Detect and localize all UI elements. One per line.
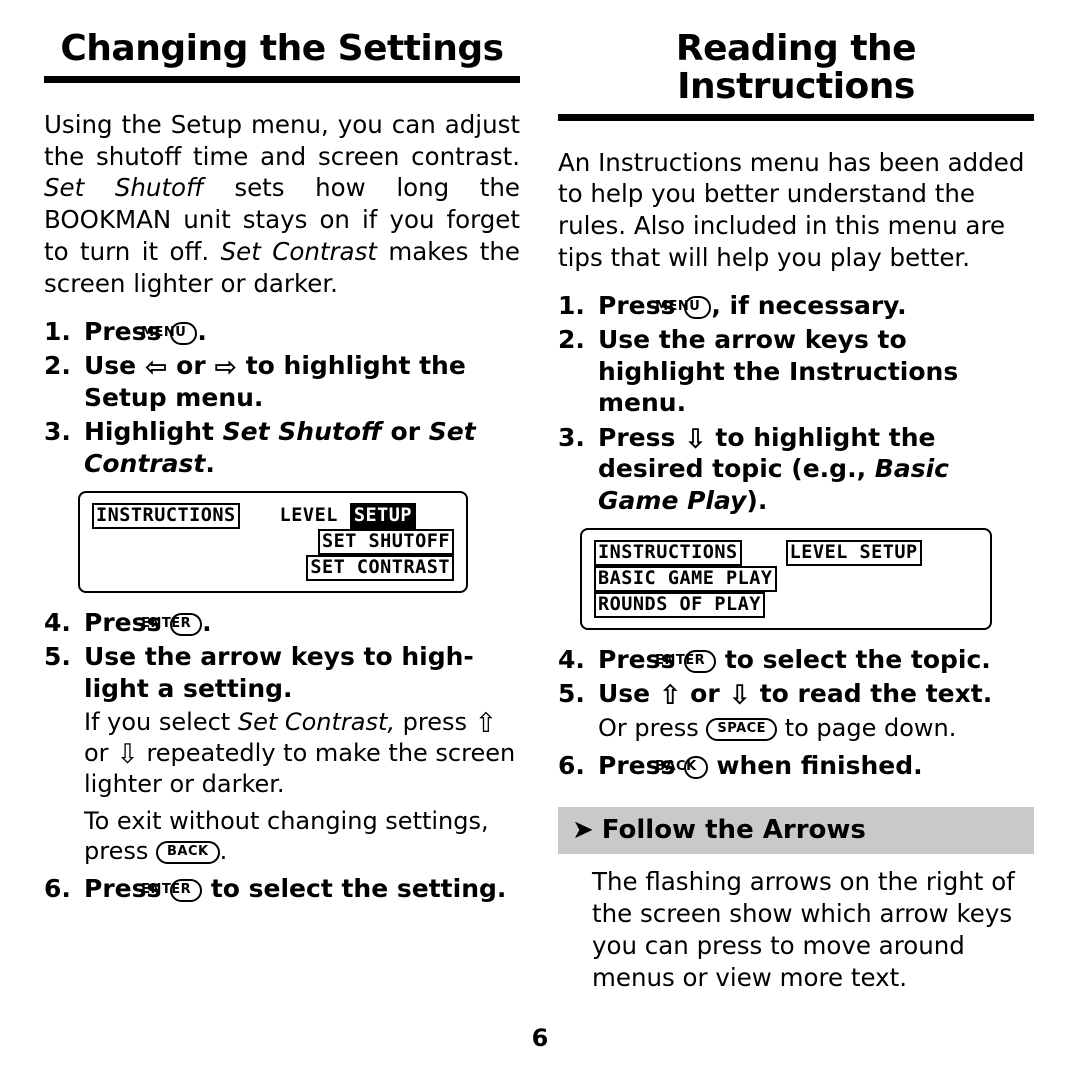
- left-substep-exit: To exit without changing settings, press…: [84, 806, 489, 866]
- list-item: 3. Highlight Set Shutoff or Set Contrast.: [44, 416, 520, 479]
- step-number: 3.: [558, 422, 585, 452]
- step-text: Use ⇧ or ⇩ to read the text.: [598, 679, 993, 712]
- step-text: Use the arrow keys to high-light a setti…: [84, 642, 474, 703]
- lcd-line-3: SET CONTRAST: [92, 555, 454, 581]
- step-text: Press ENTER to select the topic.: [598, 644, 991, 674]
- step-number: 5.: [44, 642, 71, 672]
- page-number: 6: [531, 1024, 549, 1052]
- step-number: 4.: [558, 644, 585, 674]
- right-steps-list-2: 4. Press ENTER to select the topic. 5. Use…: [558, 644, 1034, 710]
- step-number: 6.: [44, 873, 71, 903]
- step-number: 4.: [44, 607, 71, 637]
- lcd-item-set-contrast: SET CONTRAST: [306, 555, 454, 581]
- step-number: 2.: [558, 325, 585, 355]
- lcd-screen-instructions-menu: INSTRUCTIONS LEVEL SETUP BASIC GAME PLAY…: [580, 528, 992, 630]
- step-number: 1.: [558, 290, 585, 320]
- list-item: 4. Press ENTER to select the topic.: [558, 644, 1034, 676]
- list-item: 4. Press ENTER.: [44, 607, 520, 639]
- step-text: Use ⇦ or ⇨ to highlight the Setup menu.: [84, 351, 466, 412]
- section-title: Follow the Arrows: [601, 815, 866, 846]
- page-title-left: Changing the Settings: [60, 28, 504, 69]
- step-text: Press ENTER to select the setting.: [84, 873, 507, 903]
- step-text: Press BACK when finished.: [598, 750, 923, 780]
- right-intro-paragraph: An Instructions menu has been added to h…: [558, 147, 1025, 273]
- step-number: 5.: [558, 679, 585, 709]
- section-body-text: The flashing arrows on the right of the …: [592, 867, 1015, 992]
- right-steps-list-3: 6. Press BACK when finished.: [558, 750, 1034, 782]
- right-substep-page-down: Or press SPACE to page down.: [598, 713, 957, 742]
- section-header-follow-the-arrows: ➤ Follow the Arrows: [558, 807, 1034, 855]
- lcd-item-set-shutoff: SET SHUTOFF: [317, 529, 454, 556]
- list-item: 1. Press MENU, if necessary.: [558, 290, 1034, 322]
- lcd-menu-setup-highlighted: SETUP: [349, 503, 417, 530]
- lcd-line-3: ROUNDS OF PLAY: [594, 592, 978, 618]
- step-text: Press ENTER.: [84, 607, 212, 637]
- list-item: 1. Press MENU.: [44, 316, 520, 348]
- title-rule-left: [44, 75, 520, 83]
- list-item: 5. Use ⇧ or ⇩ to read the text.: [558, 678, 1034, 710]
- lcd-item-rounds-of-play: ROUNDS OF PLAY: [594, 592, 765, 618]
- right-column: Reading the Instructions An Instructions…: [558, 30, 1034, 1010]
- left-substep-contrast: If you select Set Contrast, press ⇧ or ⇩…: [84, 708, 516, 798]
- arrow-bullet-icon: ➤: [572, 815, 594, 846]
- lcd-menu-level-setup: LEVEL SETUP: [785, 540, 922, 567]
- two-column-layout: Changing the Settings Using the Setup me…: [44, 30, 1036, 1010]
- page-title-right: Reading the Instructions: [675, 28, 917, 107]
- step-number: 1.: [44, 316, 71, 346]
- lcd-line-2: BASIC GAME PLAY: [594, 566, 978, 593]
- step-text: Press ⇩ to highlight the desired topic (…: [598, 422, 949, 515]
- right-steps-list-1: 1. Press MENU, if necessary. 2. Use the ar…: [558, 290, 1034, 517]
- step-text: Press MENU, if necessary.: [598, 290, 907, 320]
- step-number: 3.: [44, 417, 71, 447]
- step-text: Press MENU.: [84, 316, 207, 346]
- title-rule-right: [558, 113, 1034, 121]
- list-item: 2. Use the arrow keys to highlight the In…: [558, 324, 1034, 419]
- lcd-menu-instructions-highlighted: INSTRUCTIONS: [594, 540, 742, 567]
- lcd-item-basic-game-play: BASIC GAME PLAY: [594, 566, 777, 593]
- lcd-line-1: INSTRUCTIONS LEVEL SETUP: [92, 503, 454, 530]
- step-text: Use the arrow keys to highlight the Inst…: [598, 325, 959, 418]
- step-text: Highlight Set Shutoff or Set Contrast.: [84, 417, 476, 478]
- list-item: 6. Press ENTER to select the setting.: [44, 873, 520, 905]
- list-item: 6. Press BACK when finished.: [558, 750, 1034, 782]
- manual-page: Changing the Settings Using the Setup me…: [0, 0, 1080, 1080]
- list-item: 2. Use ⇦ or ⇨ to highlight the Setup menu…: [44, 350, 520, 413]
- left-steps-list-3: 6. Press ENTER to select the setting.: [44, 873, 520, 905]
- list-item: 5. Use the arrow keys to high-light a set…: [44, 641, 520, 704]
- lcd-screen-setup-menu: INSTRUCTIONS LEVEL SETUP SET SHUTOFF SET…: [78, 491, 468, 593]
- list-item: 3. Press ⇩ to highlight the desired topic…: [558, 422, 1034, 517]
- left-steps-list-1: 1. Press MENU. 2. Use ⇦ or ⇨ to highlight …: [44, 316, 520, 480]
- step-number: 6.: [558, 750, 585, 780]
- lcd-menu-level: LEVEL: [279, 505, 338, 527]
- step-number: 2.: [44, 351, 71, 381]
- left-intro-paragraph: Using the Setup menu, you can adjust the…: [44, 109, 521, 299]
- lcd-line-2: SET SHUTOFF: [92, 529, 454, 556]
- lcd-line-1: INSTRUCTIONS LEVEL SETUP: [594, 540, 978, 567]
- lcd-menu-instructions: INSTRUCTIONS: [92, 503, 240, 530]
- left-column: Changing the Settings Using the Setup me…: [44, 30, 520, 1010]
- left-steps-list-2: 4. Press ENTER. 5. Use the arrow keys to h…: [44, 607, 520, 705]
